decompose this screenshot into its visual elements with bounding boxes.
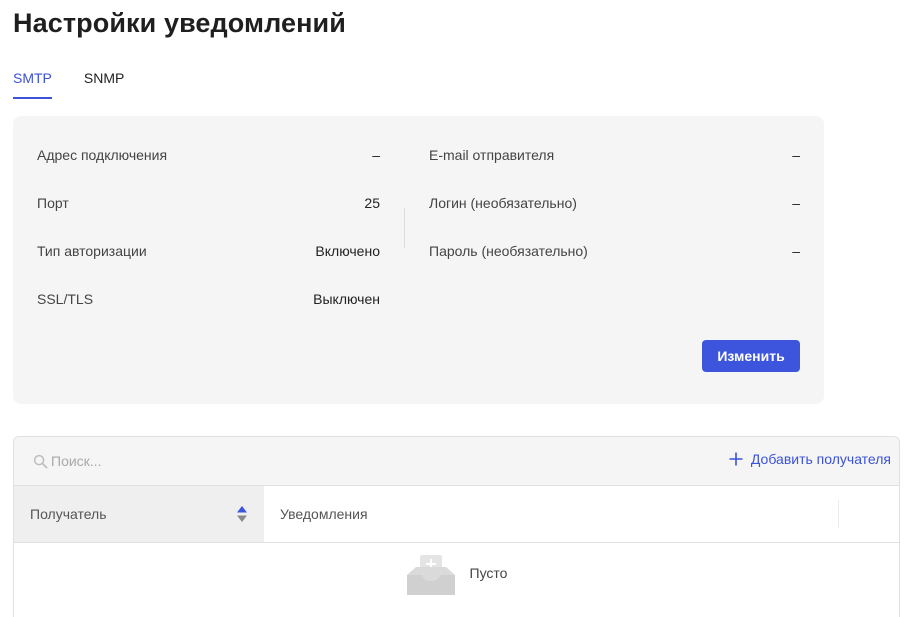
setting-label: Логин (необязательно) <box>429 195 577 211</box>
setting-row-password: Пароль (необязательно) – <box>429 240 800 262</box>
recipients-toolbar: Добавить получателя <box>14 437 899 486</box>
setting-label: Пароль (необязательно) <box>429 243 588 259</box>
tab-smtp[interactable]: SMTP <box>13 70 52 99</box>
setting-value: Включено <box>315 243 380 259</box>
smtp-left-column: Адрес подключения – Порт 25 Тип авториза… <box>37 144 380 336</box>
edit-button[interactable]: Изменить <box>702 340 800 372</box>
smtp-right-column: E-mail отправителя – Логин (необязательн… <box>429 144 800 288</box>
setting-value: 25 <box>364 195 380 211</box>
setting-row-auth-type: Тип авторизации Включено <box>37 240 380 262</box>
recipients-table: Добавить получателя Получатель Уведомлен… <box>13 436 900 617</box>
plus-icon <box>729 452 743 466</box>
setting-label: E-mail отправителя <box>429 147 555 163</box>
tabs: SMTP SNMP <box>13 70 156 99</box>
setting-row-login: Логин (необязательно) – <box>429 192 800 214</box>
setting-label: Тип авторизации <box>37 243 147 259</box>
setting-row-address: Адрес подключения – <box>37 144 380 166</box>
add-recipient-label: Добавить получателя <box>750 451 891 467</box>
column-header-notifications[interactable]: Уведомления <box>264 486 899 542</box>
add-recipient-button[interactable]: Добавить получателя <box>729 451 891 467</box>
setting-label: Порт <box>37 195 69 211</box>
setting-label: Адрес подключения <box>37 147 168 163</box>
column-divider <box>404 208 405 248</box>
setting-row-ssl-tls: SSL/TLS Выключен <box>37 288 380 310</box>
search-input[interactable] <box>51 450 351 472</box>
setting-row-port: Порт 25 <box>37 192 380 214</box>
setting-value: – <box>792 243 800 259</box>
column-header-recipient[interactable]: Получатель <box>14 486 264 542</box>
column-header-label: Получатель <box>30 506 107 522</box>
column-header-label: Уведомления <box>280 506 368 522</box>
search-icon <box>33 454 48 469</box>
empty-inbox-icon <box>406 555 455 595</box>
setting-row-sender-email: E-mail отправителя – <box>429 144 800 166</box>
table-header: Получатель Уведомления <box>14 486 899 543</box>
empty-text: Пусто <box>469 565 508 581</box>
sort-icon[interactable] <box>236 505 248 523</box>
smtp-settings-card: Адрес подключения – Порт 25 Тип авториза… <box>13 116 824 404</box>
setting-value: – <box>372 147 380 163</box>
tab-snmp[interactable]: SNMP <box>84 70 124 99</box>
setting-label: SSL/TLS <box>37 291 94 307</box>
page-title: Настройки уведомлений <box>13 8 346 38</box>
empty-state: Пусто <box>14 543 899 603</box>
setting-value: – <box>792 147 800 163</box>
setting-value: – <box>792 195 800 211</box>
setting-value: Выключен <box>313 291 380 307</box>
